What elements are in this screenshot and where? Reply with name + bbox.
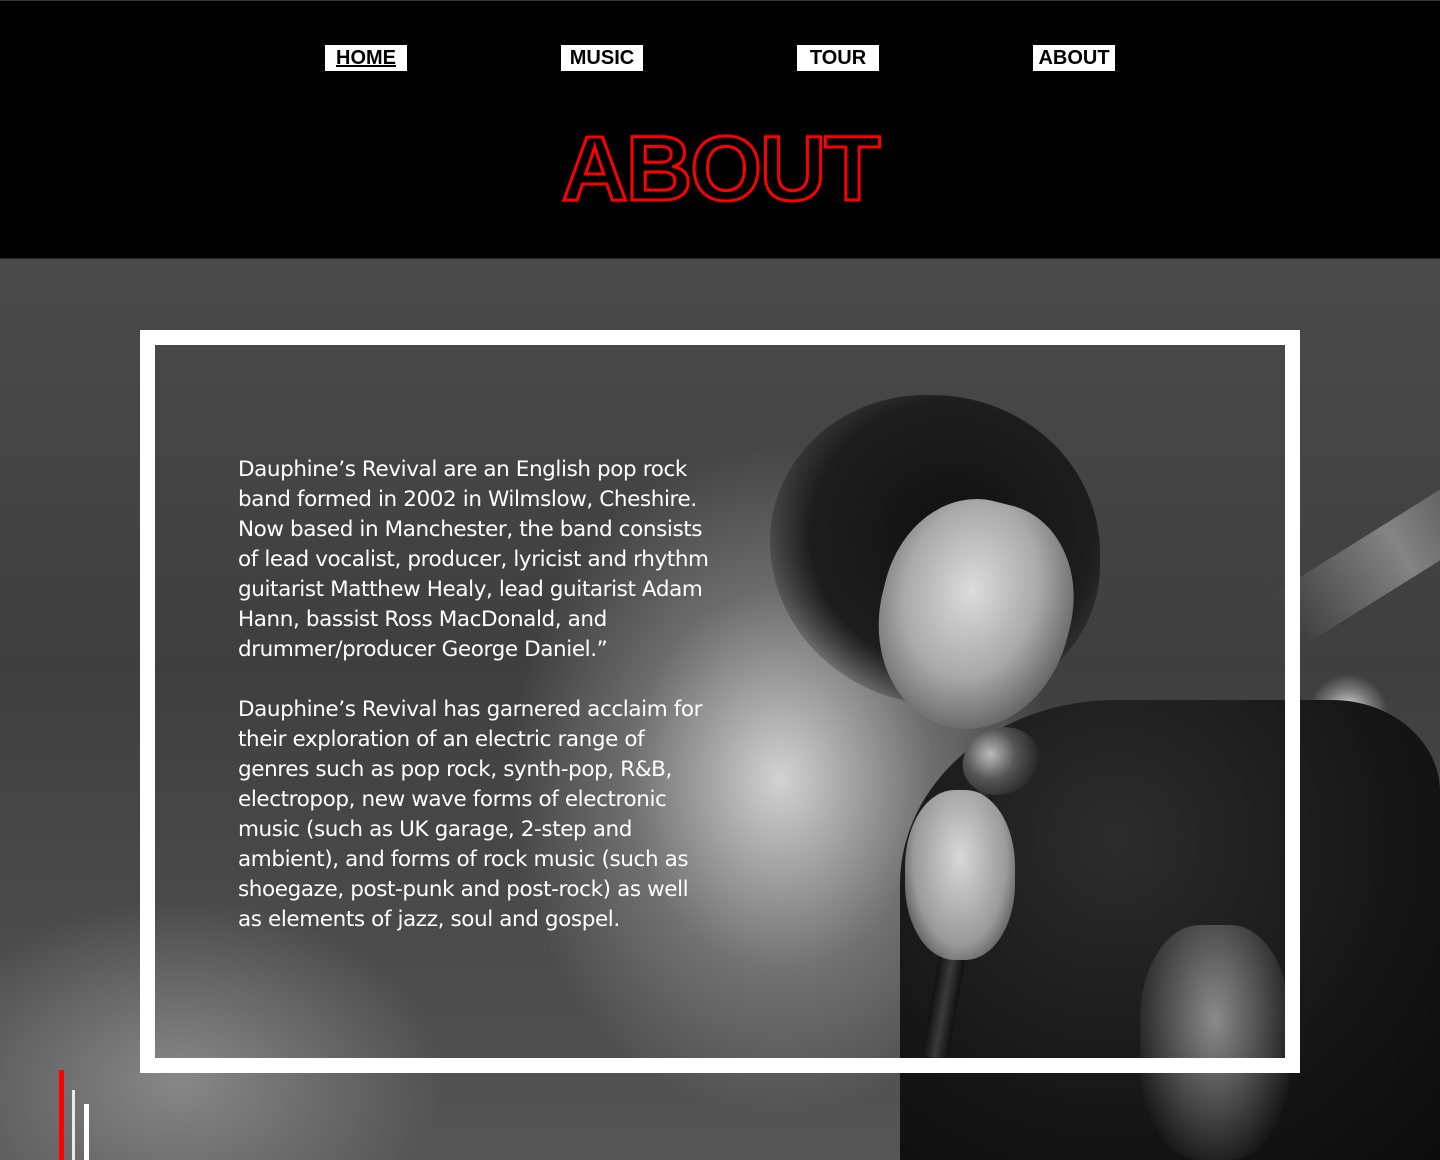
nav-music-link[interactable]: MUSIC (561, 45, 643, 71)
decor-bar-white (84, 1104, 89, 1160)
nav-home-link[interactable]: HOME (325, 45, 407, 71)
decor-bar-white (72, 1090, 75, 1160)
about-paragraph-2: Dauphine’s Revival has garnered acclaim … (238, 697, 703, 932)
about-text: Dauphine’s Revival are an English pop ro… (238, 455, 718, 965)
nav-tour-link[interactable]: TOUR (797, 45, 879, 71)
nav-about-link[interactable]: ABOUT (1033, 45, 1115, 71)
page-title: ABOUT (560, 118, 882, 221)
site-header: HOME MUSIC TOUR ABOUT ABOUT (0, 0, 1440, 259)
about-page: HOME MUSIC TOUR ABOUT ABOUT Dauphine’s R… (0, 0, 1440, 1160)
decor-bar-red (59, 1070, 64, 1160)
about-paragraph-1: Dauphine’s Revival are an English pop ro… (238, 457, 709, 662)
